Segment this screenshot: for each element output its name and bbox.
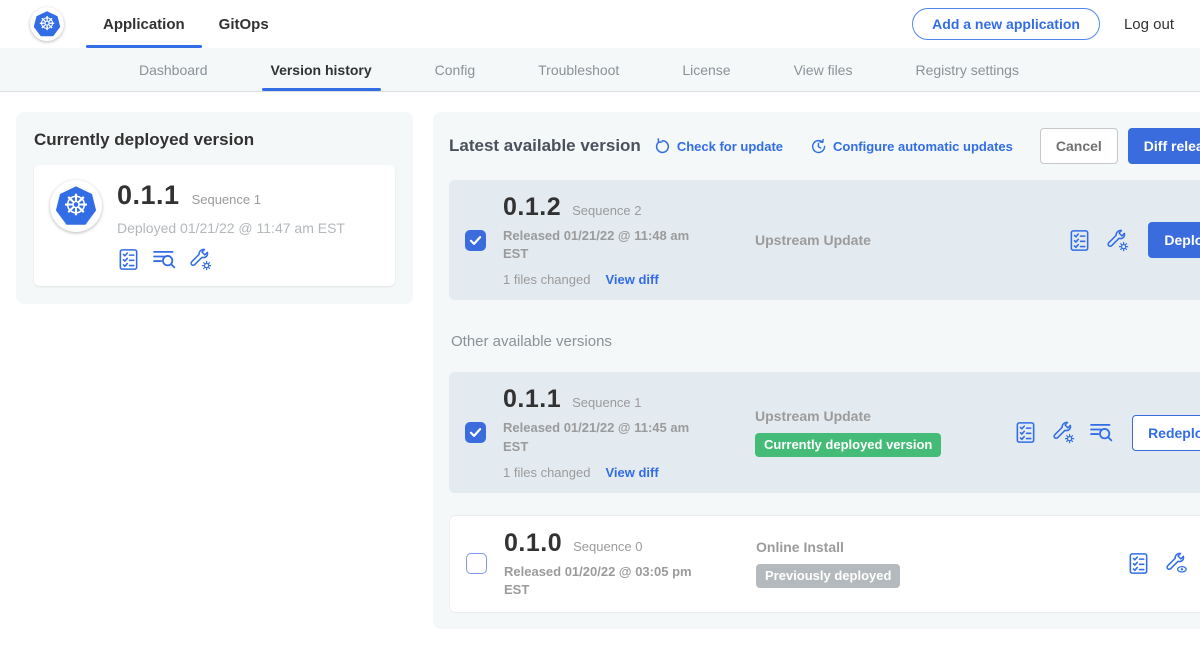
configure-automatic-updates-label: Configure automatic updates: [833, 139, 1013, 154]
source-label: Online Install: [756, 539, 1127, 555]
release-notes-icon[interactable]: [1068, 229, 1091, 252]
top-navbar: ☸ Application GitOps Add a new applicati…: [0, 0, 1200, 48]
check-for-update-label: Check for update: [677, 139, 783, 154]
app-logo[interactable]: ☸: [30, 0, 64, 48]
subnav-item-config[interactable]: Config: [426, 48, 484, 91]
source-label: Upstream Update: [755, 232, 1068, 248]
panel-header-actions: Cancel Diff releases: [1040, 128, 1200, 164]
release-notes-icon[interactable]: [117, 248, 140, 271]
add-application-button[interactable]: Add a new application: [912, 8, 1100, 40]
deployed-sequence-label: Sequence 1: [192, 192, 261, 207]
version-number: 0.1.0: [504, 529, 562, 558]
tab-gitops[interactable]: GitOps: [202, 0, 286, 48]
deployed-version-number: 0.1.1: [117, 180, 180, 211]
topbar-right: Add a new application Log out: [912, 0, 1174, 48]
tab-application[interactable]: Application: [86, 0, 202, 48]
version-number: 0.1.1: [503, 385, 561, 414]
version-actions-icons: [1014, 421, 1113, 444]
subnav-item-view-files[interactable]: View files: [785, 48, 862, 91]
version-checkbox[interactable]: [465, 422, 486, 443]
deployed-version-card: ☸ 0.1.1 Sequence 1 Deployed 01/21/22 @ 1…: [34, 165, 395, 286]
version-info: 0.1.2 Sequence 2 Released 01/21/22 @ 11:…: [503, 193, 713, 287]
panel-header: Latest available version Check for updat…: [449, 128, 1200, 164]
version-actions: [1127, 552, 1200, 575]
version-row: 0.1.1 Sequence 1 Released 01/21/22 @ 11:…: [449, 372, 1200, 492]
diff-logs-icon[interactable]: [153, 248, 176, 271]
subnav-item-license[interactable]: License: [673, 48, 739, 91]
version-number: 0.1.2: [503, 193, 561, 222]
files-changed-row: 1 files changed View diff: [503, 272, 713, 287]
sequence-label: Sequence 1: [572, 395, 641, 410]
latest-version-rows: 0.1.2 Sequence 2 Released 01/21/22 @ 11:…: [449, 180, 1200, 300]
version-info: 0.1.0 Sequence 0 Released 01/20/22 @ 03:…: [504, 529, 714, 599]
currently-deployed-card: Currently deployed version ☸ 0.1.1 Seque…: [16, 112, 413, 304]
top-tabs: Application GitOps: [86, 0, 286, 48]
version-actions-icons: [1068, 229, 1129, 252]
config-gear-icon[interactable]: [1052, 421, 1075, 444]
version-source: Upstream Update: [713, 232, 1068, 248]
sequence-label: Sequence 0: [573, 539, 642, 554]
other-version-rows: 0.1.1 Sequence 1 Released 01/21/22 @ 11:…: [449, 372, 1200, 613]
source-label: Upstream Update: [755, 408, 1014, 424]
diff-releases-button[interactable]: Diff releases: [1128, 128, 1200, 164]
version-actions-icons: [1127, 552, 1200, 575]
view-diff-link[interactable]: View diff: [605, 465, 658, 480]
currently-deployed-title: Currently deployed version: [34, 130, 395, 150]
status-badge: Previously deployed: [756, 564, 900, 588]
subnav-item-troubleshoot[interactable]: Troubleshoot: [529, 48, 628, 91]
sequence-label: Sequence 2: [572, 203, 641, 218]
subnav-item-dashboard[interactable]: Dashboard: [130, 48, 217, 91]
version-actions: Deploy: [1068, 222, 1200, 258]
version-history-panel: Latest available version Check for updat…: [433, 112, 1200, 629]
main-content: Currently deployed version ☸ 0.1.1 Seque…: [0, 92, 1200, 649]
version-checkbox[interactable]: [466, 553, 487, 574]
config-gear-icon[interactable]: [189, 248, 212, 271]
latest-available-title: Latest available version: [449, 136, 641, 156]
release-notes-icon[interactable]: [1014, 421, 1037, 444]
configure-automatic-updates-link[interactable]: Configure automatic updates: [810, 138, 1013, 155]
released-timestamp: Released 01/20/22 @ 03:05 pm EST: [504, 563, 700, 599]
config-gear-icon[interactable]: [1106, 229, 1129, 252]
version-row: 0.1.0 Sequence 0 Released 01/20/22 @ 03:…: [449, 515, 1200, 613]
diff-logs-icon[interactable]: [1090, 421, 1113, 444]
subnav-item-version-history[interactable]: Version history: [262, 48, 381, 91]
logout-link[interactable]: Log out: [1124, 16, 1174, 33]
files-changed-row: 1 files changed View diff: [503, 465, 713, 480]
subnav-item-registry-settings[interactable]: Registry settings: [906, 48, 1027, 91]
checkmark-icon: [469, 235, 482, 246]
version-actions: Redeploy: [1014, 415, 1200, 451]
other-versions-title: Other available versions: [451, 333, 1200, 350]
schedule-icon: [810, 138, 827, 155]
version-checkbox[interactable]: [465, 230, 486, 251]
files-changed-label: 1 files changed: [503, 465, 590, 480]
version-source: Upstream Update Currently deployed versi…: [713, 408, 1014, 457]
version-row: 0.1.2 Sequence 2 Released 01/21/22 @ 11:…: [449, 180, 1200, 300]
kubernetes-logo-icon: ☸: [30, 7, 64, 41]
cancel-button[interactable]: Cancel: [1040, 128, 1118, 164]
version-source: Online Install Previously deployed: [714, 539, 1127, 588]
version-info: 0.1.1 Sequence 1 Released 01/21/22 @ 11:…: [503, 385, 713, 479]
release-notes-icon[interactable]: [1127, 552, 1150, 575]
status-badge: Currently deployed version: [755, 433, 941, 457]
view-diff-link[interactable]: View diff: [605, 272, 658, 287]
refresh-icon: [654, 138, 671, 155]
checkmark-icon: [469, 427, 482, 438]
deployed-timestamp: Deployed 01/21/22 @ 11:47 am EST: [117, 220, 345, 236]
released-timestamp: Released 01/21/22 @ 11:48 am EST: [503, 227, 699, 263]
released-timestamp: Released 01/21/22 @ 11:45 am EST: [503, 419, 699, 455]
deployed-action-icons: [117, 248, 345, 271]
check-for-update-link[interactable]: Check for update: [654, 138, 783, 155]
version-action-button[interactable]: Deploy: [1148, 222, 1200, 258]
version-action-button[interactable]: Redeploy: [1132, 415, 1200, 451]
app-subnav: Dashboard Version history Config Trouble…: [0, 48, 1200, 92]
config-view-icon[interactable]: [1165, 552, 1188, 575]
files-changed-label: 1 files changed: [503, 272, 590, 287]
app-icon: ☸: [50, 180, 102, 232]
